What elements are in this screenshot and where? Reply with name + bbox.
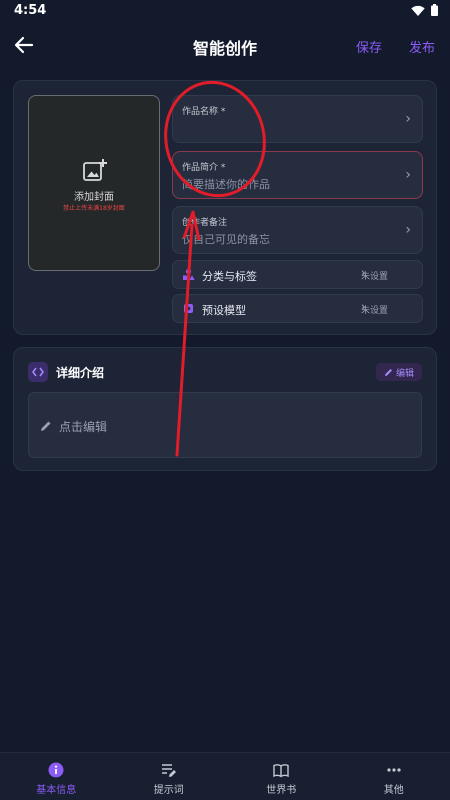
basic-info-card: 添加封面 禁止上传未满18岁封面 作品名称 * › 作品简介 * 简要描述你的作… [13,80,437,335]
book-icon [273,764,289,778]
preset-model-row[interactable]: 预设模型 未设置 › [172,294,423,323]
chevron-right-icon: › [405,111,411,127]
category-tags-label: 分类与标签 [202,270,257,283]
chevron-right-icon: › [405,222,411,238]
publish-button[interactable]: 发布 [409,37,435,56]
detail-title: 详细介绍 [56,366,105,380]
detail-card: 详细介绍 编辑 点击编辑 [13,347,437,471]
model-icon [184,304,193,313]
cover-warning: 禁止上传未满18岁封面 [63,205,125,212]
category-icon [183,268,195,280]
category-tags-row[interactable]: 分类与标签 未设置 › [172,260,423,289]
detail-placeholder: 点击编辑 [59,420,108,434]
add-cover-button[interactable]: 添加封面 禁止上传未满18岁封面 [28,95,160,271]
preset-model-label: 预设模型 [202,304,246,317]
nav-other[interactable]: 其他 [338,753,450,800]
save-button[interactable]: 保存 [356,37,382,56]
creator-notes-label: 创作者备注 [182,218,228,228]
nav-prompt-label: 提示词 [153,785,184,796]
nav-world-book-label: 世界书 [266,785,297,796]
more-icon [387,768,401,772]
detail-input[interactable]: 点击编辑 [28,392,422,458]
edit-button[interactable]: 编辑 [376,363,422,381]
description-field[interactable]: 作品简介 * 简要描述你的作品 › [172,151,423,199]
description-field-label: 作品简介 * [182,163,226,173]
creator-notes-value: 仅自己可见的备忘 [182,233,270,246]
nav-other-label: 其他 [383,785,404,796]
page-title: 智能创作 [192,39,257,58]
title-field[interactable]: 作品名称 * › [172,95,423,143]
nav-basic-info-label: 基本信息 [36,785,77,796]
creator-notes-field[interactable]: 创作者备注 仅自己可见的备忘 › [172,206,423,254]
info-icon [48,762,64,778]
nav-basic-info[interactable]: 基本信息 [0,753,113,800]
status-time: 4:54 [14,3,47,18]
chevron-right-icon: › [405,167,411,183]
prompt-icon [161,764,176,777]
title-field-label: 作品名称 * [182,107,226,117]
bottom-nav: 基本信息 提示词 世界书 其他 [0,752,450,800]
battery-icon [431,4,438,16]
code-icon [28,362,48,382]
description-field-value: 简要描述你的作品 [182,178,270,191]
cover-label: 添加封面 [74,192,114,203]
pencil-icon [41,421,51,431]
nav-world-book[interactable]: 世界书 [225,753,338,800]
nav-prompt[interactable]: 提示词 [113,753,226,800]
status-icons [411,4,438,16]
edit-label: 编辑 [395,368,414,379]
pencil-icon [384,368,392,376]
wifi-icon [411,5,425,16]
chevron-right-icon: › [360,266,366,281]
chevron-right-icon: › [360,300,366,315]
header: 智能创作 保存 发布 [0,24,450,66]
add-image-icon [83,159,107,181]
status-bar: 4:54 [0,0,450,24]
